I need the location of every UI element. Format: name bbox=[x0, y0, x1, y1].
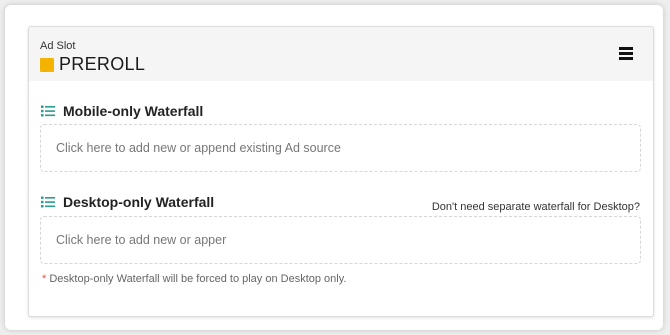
no-separate-desktop-link[interactable]: Don't need separate waterfall for Deskto… bbox=[432, 201, 640, 213]
list-icon bbox=[41, 105, 55, 117]
mobile-waterfall-dropzone[interactable]: Click here to add new or append existing… bbox=[40, 124, 641, 172]
slot-color-swatch bbox=[40, 57, 54, 72]
desktop-footnote: * Desktop-only Waterfall will be forced … bbox=[42, 273, 346, 285]
card-header: Ad Slot PREROLL bbox=[29, 27, 653, 81]
slot-title-row: PREROLL bbox=[40, 54, 145, 75]
footnote-text: Desktop-only Waterfall will be forced to… bbox=[49, 273, 347, 285]
outer-panel: Ad Slot PREROLL Mobile-only Waterfall Cl… bbox=[5, 5, 663, 330]
list-icon bbox=[41, 196, 55, 208]
hamburger-menu-icon[interactable] bbox=[619, 47, 633, 60]
desktop-waterfall-title: Desktop-only Waterfall bbox=[63, 194, 215, 210]
slot-name: PREROLL bbox=[59, 54, 146, 74]
desktop-waterfall-heading: Desktop-only Waterfall bbox=[41, 194, 214, 210]
mobile-waterfall-title: Mobile-only Waterfall bbox=[63, 103, 204, 119]
required-star: * bbox=[42, 273, 47, 285]
mobile-waterfall-heading: Mobile-only Waterfall bbox=[41, 103, 203, 119]
ad-slot-label: Ad Slot bbox=[40, 40, 76, 52]
ad-slot-card: Ad Slot PREROLL Mobile-only Waterfall Cl… bbox=[28, 26, 654, 317]
desktop-waterfall-dropzone[interactable]: Click here to add new or apper bbox=[40, 216, 641, 264]
